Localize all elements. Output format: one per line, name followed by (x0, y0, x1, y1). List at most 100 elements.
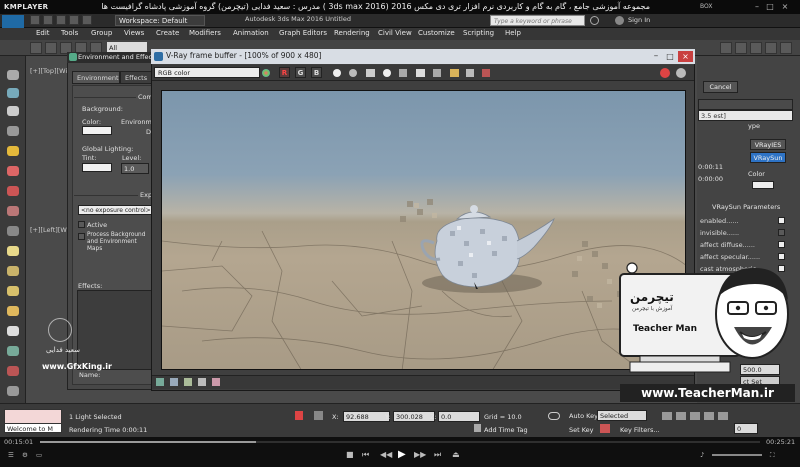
cylinder-icon[interactable] (7, 266, 19, 276)
set-key-button[interactable]: Set Key (569, 426, 594, 434)
mono-icon[interactable] (349, 69, 357, 77)
render-iterative-icon[interactable] (765, 42, 777, 54)
copy-to-max-icon[interactable] (416, 69, 425, 77)
light-bulb-icon[interactable] (7, 146, 19, 156)
menu-customize[interactable]: Customize (418, 29, 455, 37)
clear-image-icon[interactable] (399, 69, 407, 77)
move-icon[interactable] (7, 106, 19, 116)
stop-render-icon[interactable] (660, 68, 670, 78)
teapot-icon[interactable] (7, 326, 19, 336)
player-volume-icon[interactable]: ♪ (700, 451, 704, 459)
track-mouse-icon[interactable] (450, 69, 459, 77)
render-setup-icon[interactable] (720, 42, 732, 54)
helper-icon[interactable] (7, 386, 19, 396)
select-region-icon[interactable] (7, 88, 19, 98)
goto-end-icon[interactable] (718, 412, 728, 420)
enabled-checkbox[interactable] (778, 217, 785, 224)
z-coord-field[interactable]: 0.0 (438, 411, 480, 422)
save-icon[interactable] (56, 15, 66, 25)
goto-start-icon[interactable] (662, 412, 672, 420)
vfb-bottom-icon[interactable] (212, 378, 220, 386)
add-time-tag-button[interactable]: Add Time Tag (484, 426, 528, 434)
set-key-icon[interactable] (600, 424, 610, 433)
absolute-mode-icon[interactable] (314, 411, 323, 420)
player-rewind-icon[interactable]: ◀◀ (380, 450, 392, 459)
tint-color-swatch[interactable] (82, 163, 112, 172)
menu-views[interactable]: Views (124, 29, 144, 37)
vraysun-rollout-title[interactable]: VRaySun Parameters (712, 203, 780, 211)
player-settings-icon[interactable]: ⚙ (22, 451, 28, 459)
blue-channel-button[interactable]: B (311, 67, 322, 78)
vfb-bottom-icon[interactable] (156, 378, 164, 386)
vfb-bottom-icon[interactable] (184, 378, 192, 386)
undo-toolbar-icon[interactable] (30, 42, 42, 54)
sign-in-link[interactable]: Sign In (628, 16, 650, 24)
menu-modifiers[interactable]: Modifiers (189, 29, 221, 37)
y-coord-field[interactable]: 300.028 (393, 411, 435, 422)
render-production-icon[interactable] (750, 42, 762, 54)
workspace-dropdown[interactable]: Workspace: Default (115, 15, 205, 26)
player-forward-icon[interactable]: ▶▶ (414, 450, 426, 459)
menu-animation[interactable]: Animation (233, 29, 269, 37)
rotate-icon[interactable] (7, 126, 19, 136)
load-image-icon[interactable] (383, 69, 391, 77)
render-image[interactable] (161, 90, 686, 370)
menu-graph-editors[interactable]: Graph Editors (279, 29, 327, 37)
affect-specular-checkbox[interactable] (778, 253, 785, 260)
process-bg-checkbox[interactable] (78, 233, 85, 240)
region-render-icon[interactable] (466, 69, 474, 77)
player-play-icon[interactable]: ▶ (398, 449, 406, 460)
player-close-button[interactable]: × (780, 2, 790, 11)
open-icon[interactable] (43, 15, 53, 25)
channel-dropdown[interactable]: RGB color (154, 67, 260, 78)
modifier-list-dropdown[interactable] (698, 99, 793, 110)
vrayies-button[interactable]: VRayIES (750, 139, 786, 150)
green-channel-button[interactable]: G (295, 67, 306, 78)
new-icon[interactable] (30, 15, 40, 25)
save-image-icon[interactable] (366, 69, 375, 77)
light-color-swatch[interactable] (752, 181, 774, 189)
geosphere-icon[interactable] (7, 346, 19, 356)
key-selection-dropdown[interactable]: Selected (597, 410, 647, 421)
player-subtitle-icon[interactable]: ▭ (36, 451, 42, 459)
maxscript-welcome[interactable]: Welcome to M (4, 423, 62, 433)
time-tag-icon[interactable] (474, 424, 481, 432)
redo-toolbar-icon[interactable] (45, 42, 57, 54)
menu-edit[interactable]: Edit (36, 29, 50, 37)
render-last-icon[interactable] (676, 68, 686, 78)
red-channel-button[interactable]: R (279, 67, 290, 78)
menu-scripting[interactable]: Scripting (463, 29, 494, 37)
vfb-bottom-icon[interactable] (198, 378, 206, 386)
player-menu-icon[interactable]: ☰ (8, 451, 14, 459)
alpha-channel-icon[interactable] (333, 69, 341, 77)
viewport-label-left[interactable]: [+][Left][Wi (30, 226, 68, 234)
affect-diffuse-checkbox[interactable] (778, 241, 785, 248)
viewport-label-top[interactable]: [+][Top][Wir (30, 67, 70, 75)
x-coord-field[interactable]: 92.688 (343, 411, 390, 422)
vfb-minimize-button[interactable]: – (650, 52, 662, 61)
lock-selection-icon[interactable] (295, 411, 303, 420)
select-object-icon[interactable] (7, 70, 19, 80)
redo-icon[interactable] (82, 15, 92, 25)
vfb-close-button[interactable]: × (678, 51, 693, 62)
prev-frame-icon[interactable] (676, 412, 686, 420)
vfb-bottom-icon[interactable] (170, 378, 178, 386)
search-input[interactable]: Type a keyword or phrase (490, 15, 585, 26)
menu-help[interactable]: Help (505, 29, 521, 37)
auto-key-button[interactable]: Auto Key (569, 412, 598, 420)
play-animation-icon[interactable] (690, 412, 700, 420)
duplicate-icon[interactable] (433, 69, 441, 77)
cancel-button[interactable]: Cancel (703, 81, 738, 93)
key-icon[interactable] (548, 412, 560, 420)
player-prev-icon[interactable]: ⏮ (362, 450, 369, 460)
player-box-label[interactable]: BOX (700, 3, 712, 10)
menu-civil-view[interactable]: Civil View (378, 29, 412, 37)
invisible-checkbox[interactable] (778, 229, 785, 236)
vfb-maximize-button[interactable]: □ (664, 52, 676, 61)
color-wheel-icon[interactable] (262, 69, 270, 77)
exposure-control-dropdown[interactable]: <no exposure control> (78, 205, 153, 215)
background-color-swatch[interactable] (82, 126, 112, 135)
player-fullscreen-icon[interactable]: ⛶ (770, 451, 775, 460)
menu-rendering[interactable]: Rendering (334, 29, 370, 37)
player-maximize-button[interactable]: □ (765, 2, 775, 11)
